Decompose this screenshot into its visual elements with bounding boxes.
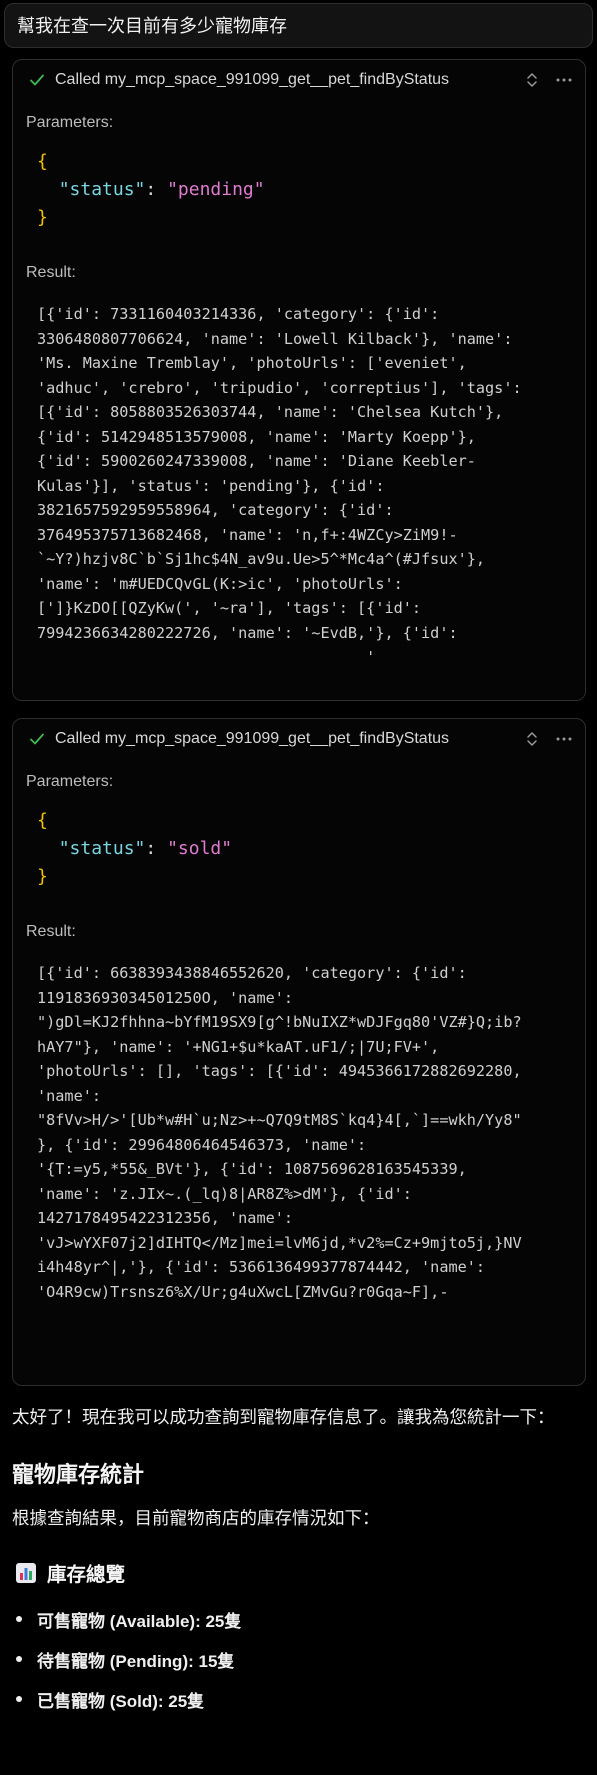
list-item-label: 待售寵物 (Pending): 15隻 <box>37 1651 235 1671</box>
list-item: 待售寵物 (Pending): 15隻 <box>16 1639 597 1679</box>
tool-call-title: Called my_mcp_space_991099_get__pet_find… <box>55 730 450 747</box>
user-message: 幫我在查一次目前有多少寵物庫存 <box>4 3 593 48</box>
overview-subheading-label: 庫存總覽 <box>47 1564 126 1586</box>
check-icon <box>28 730 46 748</box>
list-item: 已售寵物 (Sold): 25隻 <box>16 1679 597 1719</box>
param-key: "status" <box>58 179 146 200</box>
open-brace: { <box>37 151 48 172</box>
close-brace: } <box>37 207 48 228</box>
tool-call-title: Called my_mcp_space_991099_get__pet_find… <box>55 71 450 88</box>
expand-collapse-icon[interactable] <box>523 730 541 748</box>
result-label: Result: <box>26 264 76 281</box>
list-item: 可售寵物 (Available): 25隻 <box>16 1599 597 1639</box>
inventory-heading: 寵物庫存統計 <box>12 1462 145 1487</box>
list-item-label: 可售寵物 (Available): 25隻 <box>37 1611 242 1631</box>
assistant-intro: 太好了！現在我可以成功查詢到寵物庫存信息了。讓我為您統計一下： <box>12 1407 555 1427</box>
result-text: [{'id': 7331160403214336, 'category': {'… <box>37 305 522 666</box>
overview-subheading: 庫存總覽 <box>0 1558 597 1587</box>
expand-collapse-icon[interactable] <box>523 71 541 89</box>
parameters-code: { "status": "pending" } <box>37 151 265 228</box>
bullet-dot <box>16 1656 22 1662</box>
tool-call-card: Called my_mcp_space_991099_get__pet_find… <box>12 718 586 1386</box>
close-brace: } <box>37 866 48 887</box>
bullet-dot <box>16 1696 22 1702</box>
tool-call-header[interactable]: Called my_mcp_space_991099_get__pet_find… <box>13 60 585 100</box>
result-text: [{'id': 6638393438846552620, 'category':… <box>37 964 522 1301</box>
list-item-label: 已售寵物 (Sold): 25隻 <box>37 1691 205 1711</box>
bullet-dot <box>16 1616 22 1622</box>
inventory-summary: 根據查詢結果，目前寵物商店的庫存情況如下： <box>12 1508 380 1528</box>
check-icon <box>28 71 46 89</box>
inventory-list: 可售寵物 (Available): 25隻 待售寵物 (Pending): 15… <box>0 1599 597 1719</box>
parameters-label: Parameters: <box>26 114 114 131</box>
param-value: "sold" <box>167 838 233 859</box>
param-key: "status" <box>58 838 146 859</box>
param-value: "pending" <box>167 179 265 200</box>
parameters-label: Parameters: <box>26 773 114 790</box>
bar-chart-icon <box>15 1562 37 1584</box>
more-options-icon[interactable] <box>555 730 573 748</box>
tool-call-card: Called my_mcp_space_991099_get__pet_find… <box>12 59 586 701</box>
result-label: Result: <box>26 923 76 940</box>
more-options-icon[interactable] <box>555 71 573 89</box>
parameters-code: { "status": "sold" } <box>37 810 233 887</box>
open-brace: { <box>37 810 48 831</box>
result-fade <box>13 664 585 700</box>
tool-call-header[interactable]: Called my_mcp_space_991099_get__pet_find… <box>13 719 585 759</box>
